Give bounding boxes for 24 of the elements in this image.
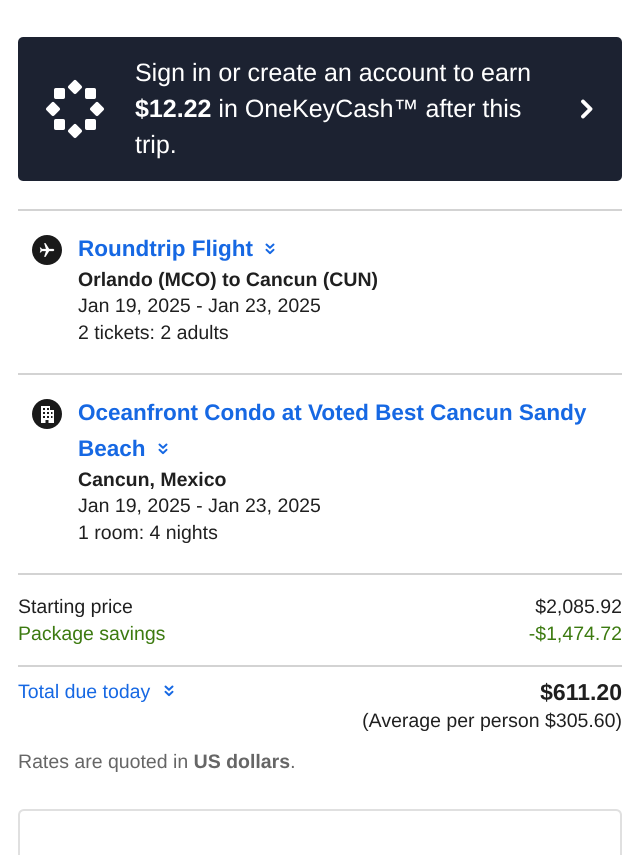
- price-amount: $2,085.92: [535, 595, 622, 620]
- double-chevron-down-icon: [158, 443, 168, 455]
- total-amount: $611.20: [540, 678, 622, 707]
- item-title-link[interactable]: Roundtrip Flight: [78, 231, 622, 267]
- item-details: 2 tickets: 2 adults: [78, 321, 230, 346]
- item-dates: Jan 19, 2025 - Jan 23, 2025: [78, 494, 322, 519]
- item-dates: Jan 19, 2025 - Jan 23, 2025: [78, 294, 322, 319]
- building-icon: [32, 399, 62, 429]
- rates-note: Rates are quoted in US dollars.: [18, 750, 296, 775]
- price-label: Starting price: [18, 595, 133, 620]
- average-price-note: (Average per person $305.60): [362, 709, 622, 734]
- chevron-right-icon: [580, 99, 594, 119]
- dots-ring-icon: [45, 79, 105, 139]
- airplane-icon: [32, 235, 62, 265]
- item-title-link[interactable]: Oceanfront Condo at Voted Best Cancun Sandy Beach: [78, 395, 622, 467]
- price-amount: -$1,474.72: [528, 622, 622, 647]
- total-due-link[interactable]: Total due today: [18, 677, 174, 707]
- item-location: Orlando (MCO) to Cancun (CUN): [78, 268, 380, 293]
- price-label: Package savings: [18, 622, 166, 647]
- item-location: Cancun, Mexico: [78, 468, 228, 493]
- sign-in-banner[interactable]: Sign in or create an account to earn $12.22 in OneKeyCash™ after this trip.: [18, 37, 622, 181]
- double-chevron-down-icon: [164, 685, 174, 697]
- double-chevron-down-icon: [264, 243, 275, 255]
- item-details: 1 room: 4 nights: [78, 521, 219, 546]
